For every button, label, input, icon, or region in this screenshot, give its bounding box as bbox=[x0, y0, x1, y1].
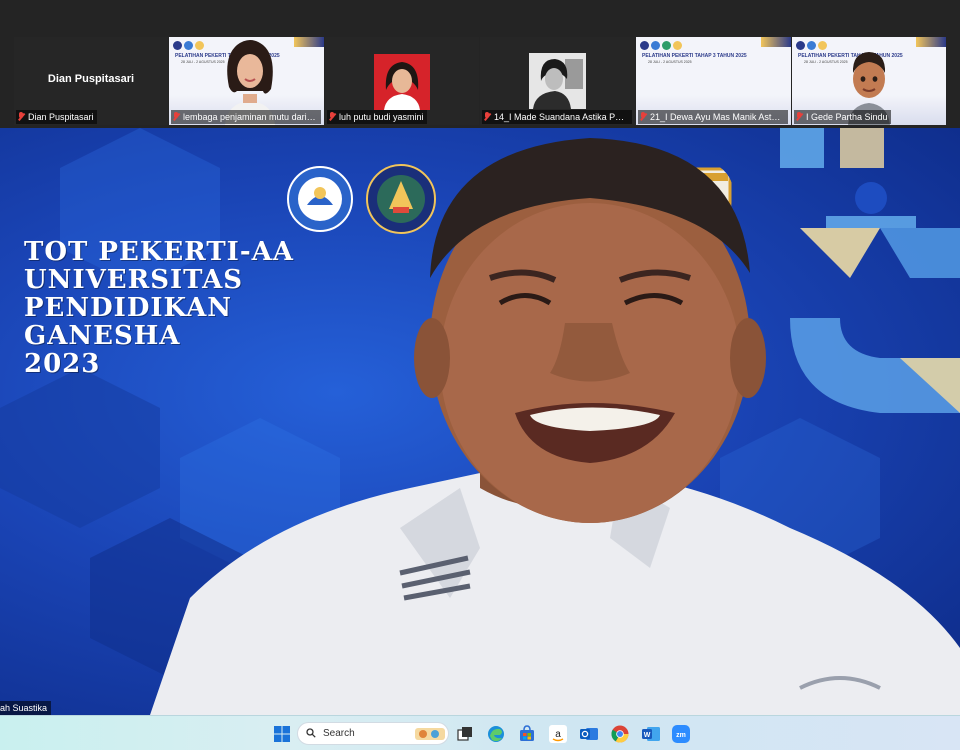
slide-dates: 28 JULI - 2 AGUSTUS 2025 bbox=[648, 60, 692, 64]
participant-name-tag: I Gede Partha Sindu bbox=[794, 110, 891, 124]
chrome-icon[interactable] bbox=[610, 724, 630, 744]
svg-text:a: a bbox=[555, 729, 561, 740]
muted-mic-icon bbox=[640, 112, 646, 121]
participant-tile-5[interactable]: PELATIHAN PEKERTI TAHAP 3 TAHUN 2025 28 … bbox=[636, 37, 791, 125]
muted-mic-icon bbox=[18, 112, 24, 121]
muted-mic-icon bbox=[173, 112, 179, 121]
logo-row-icon bbox=[640, 41, 682, 50]
muted-mic-icon bbox=[329, 112, 335, 121]
participant-tile-3[interactable]: luh putu budi yasmini bbox=[325, 37, 479, 125]
task-view-icon[interactable] bbox=[455, 724, 475, 744]
participant-avatar-photo bbox=[529, 53, 586, 109]
participant-avatar-photo bbox=[374, 54, 430, 110]
muted-mic-icon bbox=[796, 112, 802, 121]
amazon-icon[interactable]: a bbox=[548, 724, 568, 744]
participant-tile-2[interactable]: PELATIHAN PEKERTI TAHAP 3 TAHUN 2025 28 … bbox=[169, 37, 324, 125]
participant-tile-4[interactable]: 14_I Made Suandana Astika Pande bbox=[480, 37, 635, 125]
active-speaker-video[interactable]: TOT PEKERTI-AA UNIVERSITAS PENDIDIKAN GA… bbox=[0, 128, 960, 715]
speaker-name-tag: ah Suastika bbox=[0, 701, 52, 715]
participant-name-tag: 14_I Made Suandana Astika Pande bbox=[482, 110, 632, 124]
participant-tile-1[interactable]: Dian Puspitasari Dian Puspitasari bbox=[14, 37, 168, 125]
edge-icon[interactable] bbox=[486, 724, 506, 744]
participant-name-tag: luh putu budi yasmini bbox=[327, 110, 427, 124]
participant-name-tag: Dian Puspitasari bbox=[16, 110, 97, 124]
slide-title: PELATIHAN PEKERTI TAHAP 3 TAHUN 2025 bbox=[642, 53, 747, 59]
logo-row-icon bbox=[173, 41, 204, 50]
logo-row-icon bbox=[796, 41, 827, 50]
zoom-icon[interactable]: zm bbox=[671, 724, 691, 744]
participant-tile-6[interactable]: PELATIHAN PEKERTI TAHAP 3 TAHUN 2025 28 … bbox=[792, 37, 946, 125]
store-icon[interactable] bbox=[517, 724, 537, 744]
word-icon[interactable]: W bbox=[641, 724, 661, 744]
svg-text:W: W bbox=[644, 732, 651, 739]
participant-name-tag: 21_I Dewa Ayu Mas Manik Astaw... bbox=[638, 110, 788, 124]
participant-name-tag: lembaga penjaminan mutu dari pen... bbox=[171, 110, 321, 124]
zoom-meeting-window: Dian Puspitasari Dian Puspitasari PELATI… bbox=[0, 0, 960, 750]
slide-dates: 28 JULI - 2 AGUSTUS 2025 bbox=[804, 60, 848, 64]
windows-start-icon[interactable] bbox=[272, 724, 292, 744]
speaker-person bbox=[150, 138, 960, 715]
participant-placeholder-name: Dian Puspitasari bbox=[47, 73, 135, 85]
search-highlight-icon bbox=[415, 728, 445, 740]
svg-text:zm: zm bbox=[676, 732, 686, 739]
taskbar-search-input[interactable]: Search bbox=[297, 722, 449, 745]
muted-mic-icon bbox=[484, 112, 490, 121]
outlook-icon[interactable] bbox=[579, 724, 599, 744]
search-label: Search bbox=[323, 728, 355, 739]
participant-strip: Dian Puspitasari Dian Puspitasari PELATI… bbox=[0, 0, 960, 128]
windows-taskbar: Search a W zm bbox=[0, 715, 960, 750]
search-icon bbox=[306, 728, 316, 738]
